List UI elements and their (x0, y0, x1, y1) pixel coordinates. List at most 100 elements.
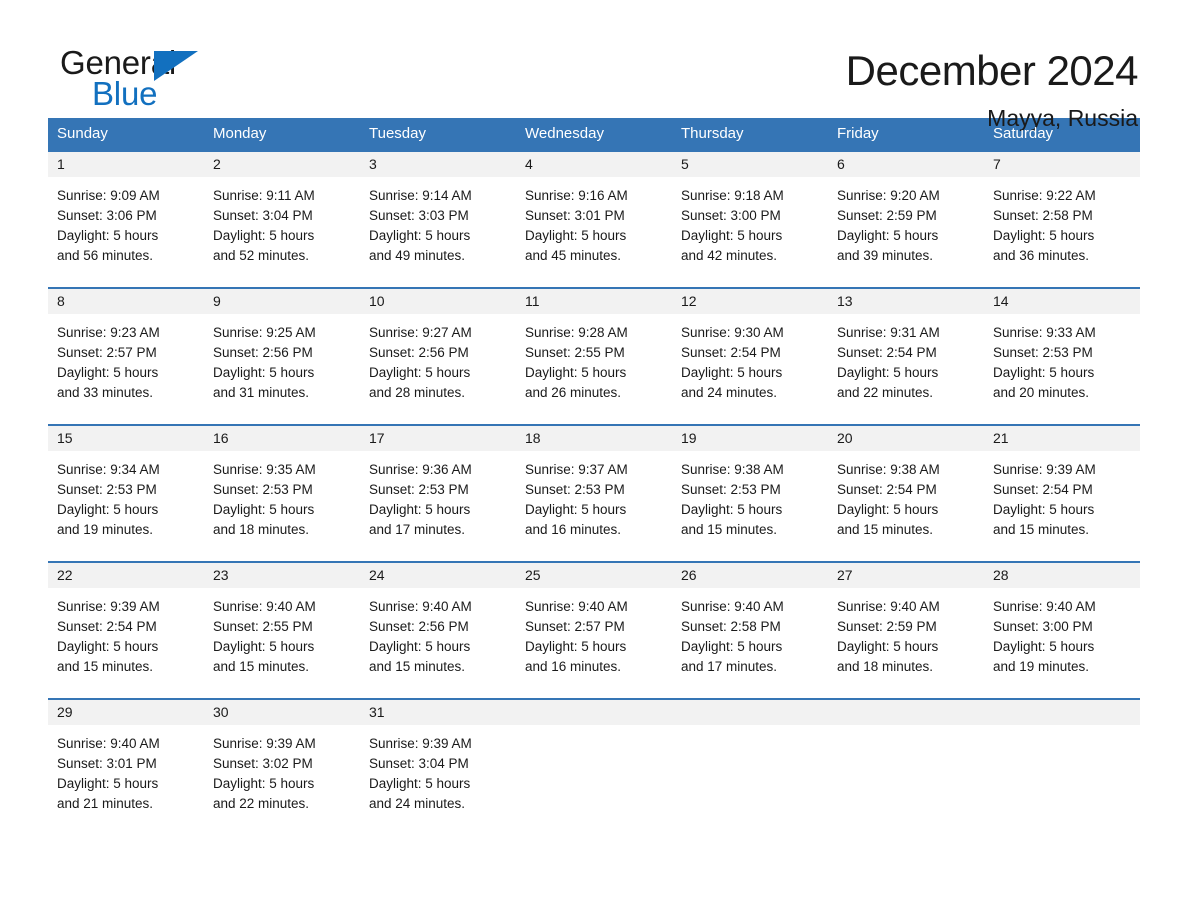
day-cell[interactable]: Sunrise: 9:34 AM Sunset: 2:53 PM Dayligh… (48, 451, 204, 561)
day-number-empty (828, 700, 984, 725)
daylight-text-line1: Daylight: 5 hours (369, 639, 471, 654)
day-cell[interactable]: Sunrise: 9:39 AM Sunset: 3:04 PM Dayligh… (360, 725, 516, 835)
day-number-empty (672, 700, 828, 725)
daylight-text-line2: and 24 minutes. (681, 385, 778, 400)
day-cell[interactable]: Sunrise: 9:40 AM Sunset: 2:59 PM Dayligh… (828, 588, 984, 698)
daylight-text-line1: Daylight: 5 hours (525, 365, 627, 380)
day-cell[interactable]: Sunrise: 9:38 AM Sunset: 2:54 PM Dayligh… (828, 451, 984, 561)
sunrise-text: Sunrise: 9:11 AM (213, 188, 315, 203)
day-cell[interactable]: Sunrise: 9:40 AM Sunset: 2:57 PM Dayligh… (516, 588, 672, 698)
day-number: 21 (993, 430, 1009, 446)
day-cells-row: Sunrise: 9:39 AM Sunset: 2:54 PM Dayligh… (48, 588, 1140, 698)
sunset-text: Sunset: 2:56 PM (369, 345, 469, 360)
daylight-text-line1: Daylight: 5 hours (681, 228, 783, 243)
daylight-text-line2: and 39 minutes. (837, 248, 934, 263)
day-cell[interactable]: Sunrise: 9:39 AM Sunset: 2:54 PM Dayligh… (48, 588, 204, 698)
day-number: 13 (837, 293, 853, 309)
calendar-week-row: 1 2 3 4 5 6 7 Sunrise: 9:09 AM Sunset: 3… (48, 150, 1140, 287)
day-cells-row: Sunrise: 9:34 AM Sunset: 2:53 PM Dayligh… (48, 451, 1140, 561)
daylight-text-line2: and 49 minutes. (369, 248, 466, 263)
sunset-text: Sunset: 2:55 PM (213, 619, 313, 634)
sunset-text: Sunset: 3:01 PM (57, 756, 157, 771)
day-cell[interactable]: Sunrise: 9:37 AM Sunset: 2:53 PM Dayligh… (516, 451, 672, 561)
day-number: 29 (57, 704, 73, 720)
day-number-empty (516, 700, 672, 725)
day-number: 8 (57, 293, 65, 309)
day-cell[interactable]: Sunrise: 9:36 AM Sunset: 2:53 PM Dayligh… (360, 451, 516, 561)
sunset-text: Sunset: 2:58 PM (681, 619, 781, 634)
day-cell[interactable]: Sunrise: 9:35 AM Sunset: 2:53 PM Dayligh… (204, 451, 360, 561)
day-number: 2 (213, 156, 221, 172)
daylight-text-line2: and 16 minutes. (525, 659, 622, 674)
weekday-header-monday: Monday (213, 125, 267, 142)
day-cell[interactable]: Sunrise: 9:40 AM Sunset: 2:56 PM Dayligh… (360, 588, 516, 698)
daylight-text-line2: and 31 minutes. (213, 385, 310, 400)
general-blue-logo[interactable]: General Blue (48, 46, 228, 112)
day-cell[interactable]: Sunrise: 9:39 AM Sunset: 2:54 PM Dayligh… (984, 451, 1140, 561)
sunset-text: Sunset: 2:56 PM (369, 619, 469, 634)
daylight-text-line1: Daylight: 5 hours (57, 365, 159, 380)
day-cell[interactable]: Sunrise: 9:27 AM Sunset: 2:56 PM Dayligh… (360, 314, 516, 424)
day-number: 30 (213, 704, 229, 720)
sunset-text: Sunset: 2:54 PM (837, 482, 937, 497)
day-cell-empty (828, 725, 984, 835)
day-number: 10 (369, 293, 385, 309)
daylight-text-line1: Daylight: 5 hours (57, 776, 159, 791)
sunrise-text: Sunrise: 9:35 AM (213, 462, 316, 477)
day-cell[interactable]: Sunrise: 9:14 AM Sunset: 3:03 PM Dayligh… (360, 177, 516, 287)
daylight-text-line2: and 19 minutes. (57, 522, 154, 537)
daylight-text-line1: Daylight: 5 hours (525, 639, 627, 654)
day-cell[interactable]: Sunrise: 9:16 AM Sunset: 3:01 PM Dayligh… (516, 177, 672, 287)
sunrise-text: Sunrise: 9:39 AM (369, 736, 472, 751)
sunrise-text: Sunrise: 9:40 AM (369, 599, 472, 614)
day-cell[interactable]: Sunrise: 9:40 AM Sunset: 3:01 PM Dayligh… (48, 725, 204, 835)
sunrise-text: Sunrise: 9:40 AM (57, 736, 160, 751)
day-cell[interactable]: Sunrise: 9:18 AM Sunset: 3:00 PM Dayligh… (672, 177, 828, 287)
calendar-week-row: 29 30 31 Sunrise: 9:40 AM Sunset: 3:01 P… (48, 698, 1140, 835)
day-cells-row: Sunrise: 9:09 AM Sunset: 3:06 PM Dayligh… (48, 177, 1140, 287)
day-number: 16 (213, 430, 229, 446)
day-cell[interactable]: Sunrise: 9:20 AM Sunset: 2:59 PM Dayligh… (828, 177, 984, 287)
sunrise-text: Sunrise: 9:39 AM (213, 736, 316, 751)
daylight-text-line2: and 16 minutes. (525, 522, 622, 537)
sunrise-text: Sunrise: 9:14 AM (369, 188, 472, 203)
day-cell[interactable]: Sunrise: 9:23 AM Sunset: 2:57 PM Dayligh… (48, 314, 204, 424)
day-cell[interactable]: Sunrise: 9:28 AM Sunset: 2:55 PM Dayligh… (516, 314, 672, 424)
sunrise-text: Sunrise: 9:40 AM (213, 599, 316, 614)
sunset-text: Sunset: 2:54 PM (837, 345, 937, 360)
day-cell[interactable]: Sunrise: 9:30 AM Sunset: 2:54 PM Dayligh… (672, 314, 828, 424)
day-number: 23 (213, 567, 229, 583)
day-number-band: 8 9 10 11 12 13 14 (48, 289, 1140, 314)
sunrise-text: Sunrise: 9:40 AM (993, 599, 1096, 614)
daylight-text-line2: and 24 minutes. (369, 796, 466, 811)
day-cell[interactable]: Sunrise: 9:33 AM Sunset: 2:53 PM Dayligh… (984, 314, 1140, 424)
day-cell[interactable]: Sunrise: 9:40 AM Sunset: 2:55 PM Dayligh… (204, 588, 360, 698)
daylight-text-line2: and 15 minutes. (837, 522, 934, 537)
day-cell[interactable]: Sunrise: 9:40 AM Sunset: 2:58 PM Dayligh… (672, 588, 828, 698)
sunrise-text: Sunrise: 9:09 AM (57, 188, 160, 203)
sunset-text: Sunset: 3:04 PM (213, 208, 313, 223)
day-cell-empty (984, 725, 1140, 835)
page-header: General Blue December 2024 Mayya, Russia (48, 0, 1140, 132)
day-cell[interactable]: Sunrise: 9:31 AM Sunset: 2:54 PM Dayligh… (828, 314, 984, 424)
weekday-header-tuesday: Tuesday (369, 125, 426, 142)
day-number: 17 (369, 430, 385, 446)
daylight-text-line1: Daylight: 5 hours (993, 502, 1095, 517)
daylight-text-line2: and 17 minutes. (369, 522, 466, 537)
day-cell[interactable]: Sunrise: 9:38 AM Sunset: 2:53 PM Dayligh… (672, 451, 828, 561)
sunrise-text: Sunrise: 9:33 AM (993, 325, 1096, 340)
logo-text-blue: Blue (92, 75, 158, 112)
daylight-text-line1: Daylight: 5 hours (369, 365, 471, 380)
day-cell[interactable]: Sunrise: 9:39 AM Sunset: 3:02 PM Dayligh… (204, 725, 360, 835)
day-cell[interactable]: Sunrise: 9:22 AM Sunset: 2:58 PM Dayligh… (984, 177, 1140, 287)
sunset-text: Sunset: 2:59 PM (837, 619, 937, 634)
day-cell[interactable]: Sunrise: 9:40 AM Sunset: 3:00 PM Dayligh… (984, 588, 1140, 698)
day-cell[interactable]: Sunrise: 9:11 AM Sunset: 3:04 PM Dayligh… (204, 177, 360, 287)
day-cell[interactable]: Sunrise: 9:25 AM Sunset: 2:56 PM Dayligh… (204, 314, 360, 424)
calendar-week-row: 22 23 24 25 26 27 28 Sunrise: 9:39 AM Su… (48, 561, 1140, 698)
sunrise-text: Sunrise: 9:18 AM (681, 188, 784, 203)
daylight-text-line2: and 15 minutes. (57, 659, 154, 674)
sunset-text: Sunset: 3:01 PM (525, 208, 625, 223)
day-number: 4 (525, 156, 533, 172)
day-cell[interactable]: Sunrise: 9:09 AM Sunset: 3:06 PM Dayligh… (48, 177, 204, 287)
